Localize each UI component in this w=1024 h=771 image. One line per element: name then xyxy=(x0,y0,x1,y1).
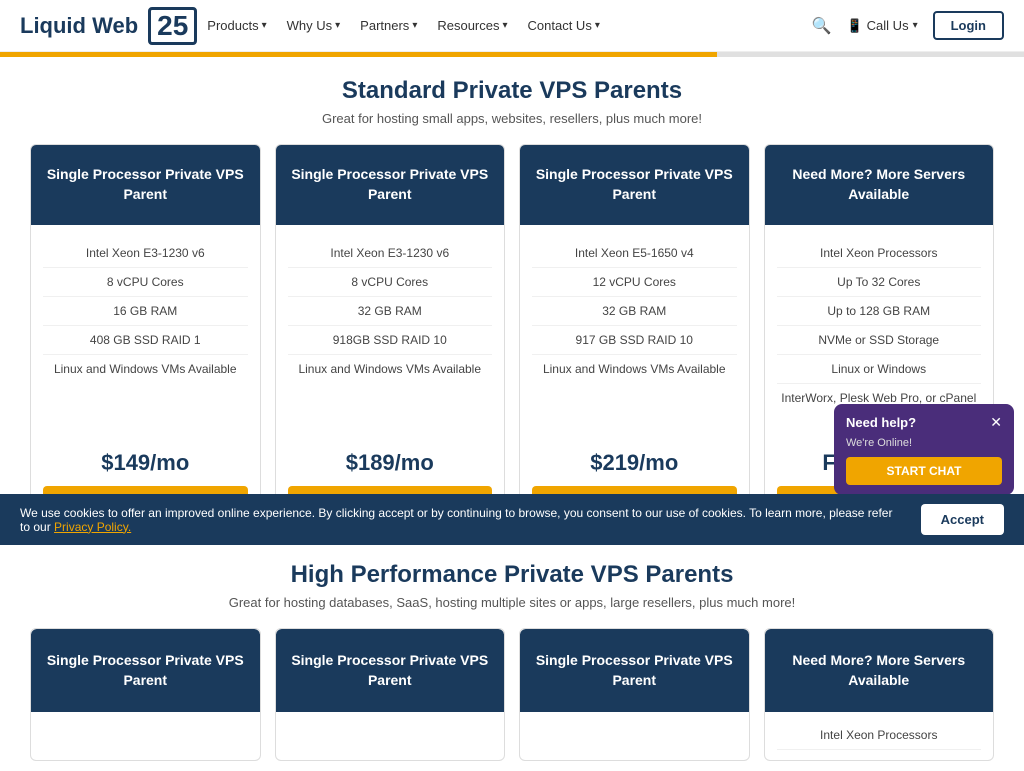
spec-item: Linux and Windows VMs Available xyxy=(532,355,737,383)
navbar-nav: Products ▾ Why Us ▾ Partners ▾ Resources… xyxy=(207,18,600,33)
login-button[interactable]: Login xyxy=(933,11,1004,40)
privacy-policy-link[interactable]: Privacy Policy. xyxy=(54,520,131,534)
spec-item: 918GB SSD RAID 10 xyxy=(288,326,493,355)
card-2: Single Processor Private VPS Parent Inte… xyxy=(275,144,506,537)
navbar-left: Liquid Web 25 Products ▾ Why Us ▾ Partne… xyxy=(20,7,600,45)
spec-item: 32 GB RAM xyxy=(532,297,737,326)
card-3-specs: Intel Xeon E5-1650 v4 12 vCPU Cores 32 G… xyxy=(532,239,737,436)
spec-item: Intel Xeon E3-1230 v6 xyxy=(43,239,248,268)
section2: High Performance Private VPS Parents Gre… xyxy=(30,561,994,761)
chat-close-icon[interactable]: ✕ xyxy=(990,414,1002,431)
chevron-down-icon: ▾ xyxy=(335,20,340,31)
section2-card-2-header: Single Processor Private VPS Parent xyxy=(276,629,505,712)
card-2-specs: Intel Xeon E3-1230 v6 8 vCPU Cores 32 GB… xyxy=(288,239,493,436)
spec-item: 917 GB SSD RAID 10 xyxy=(532,326,737,355)
chat-title: Need help? xyxy=(846,415,916,430)
cookie-text: We use cookies to offer an improved onli… xyxy=(20,506,901,534)
section2-title: High Performance Private VPS Parents xyxy=(30,561,994,589)
card-4-header: Need More? More Servers Available xyxy=(765,145,994,225)
spec-item: 8 vCPU Cores xyxy=(288,268,493,297)
card-3: Single Processor Private VPS Parent Inte… xyxy=(519,144,750,537)
navbar-right: 🔍 📱 Call Us ▾ Login xyxy=(812,11,1004,40)
section2-cards-grid: Single Processor Private VPS Parent Sing… xyxy=(30,628,994,761)
section2-card-3-body xyxy=(520,712,749,732)
section2-card-3-header: Single Processor Private VPS Parent xyxy=(520,629,749,712)
card-1-price: $149/mo xyxy=(43,450,248,476)
spec-item: Intel Xeon E5-1650 v4 xyxy=(532,239,737,268)
logo-25: 25 xyxy=(148,7,197,45)
spec-item: Linux and Windows VMs Available xyxy=(288,355,493,383)
spec-item: Intel Xeon E3-1230 v6 xyxy=(288,239,493,268)
spec-item: Intel Xeon Processors xyxy=(777,722,982,750)
section1-subtitle: Great for hosting small apps, websites, … xyxy=(30,111,994,126)
chat-subtitle: We're Online! xyxy=(846,437,1002,449)
cookie-banner: We use cookies to offer an improved onli… xyxy=(0,494,1024,545)
spec-item: NVMe or SSD Storage xyxy=(777,326,982,355)
nav-resources[interactable]: Resources ▾ xyxy=(437,18,507,33)
nav-products[interactable]: Products ▾ xyxy=(207,18,266,33)
spec-item: Intel Xeon Processors xyxy=(777,239,982,268)
chevron-down-icon: ▾ xyxy=(913,20,918,31)
section2-card-4-header: Need More? More Servers Available xyxy=(765,629,994,712)
chevron-down-icon: ▾ xyxy=(262,20,267,31)
logo-name: Liquid Web xyxy=(20,13,138,39)
card-1-header: Single Processor Private VPS Parent xyxy=(31,145,260,225)
chat-widget: Need help? ✕ We're Online! START CHAT xyxy=(834,404,1014,495)
card-3-price: $219/mo xyxy=(532,450,737,476)
nav-why-us[interactable]: Why Us ▾ xyxy=(287,18,341,33)
section2-card-1-header: Single Processor Private VPS Parent xyxy=(31,629,260,712)
spec-item: 8 vCPU Cores xyxy=(43,268,248,297)
section2-subtitle: Great for hosting databases, SaaS, hosti… xyxy=(30,595,994,610)
search-icon[interactable]: 🔍 xyxy=(812,16,832,36)
accept-cookies-button[interactable]: Accept xyxy=(921,504,1004,535)
chat-header: Need help? ✕ xyxy=(846,414,1002,431)
spec-item: Up to 128 GB RAM xyxy=(777,297,982,326)
card-2-body: Intel Xeon E3-1230 v6 8 vCPU Cores 32 GB… xyxy=(276,225,505,536)
chevron-down-icon: ▾ xyxy=(502,20,507,31)
card-2-header: Single Processor Private VPS Parent xyxy=(276,145,505,225)
chevron-down-icon: ▾ xyxy=(412,20,417,31)
section2-card-1-body xyxy=(31,712,260,732)
spec-item: Up To 32 Cores xyxy=(777,268,982,297)
section2-card-3: Single Processor Private VPS Parent xyxy=(519,628,750,761)
spec-item: 16 GB RAM xyxy=(43,297,248,326)
spec-item: 32 GB RAM xyxy=(288,297,493,326)
spec-item: Linux and Windows VMs Available xyxy=(43,355,248,383)
phone-icon: 📱 xyxy=(846,18,862,34)
card-2-price: $189/mo xyxy=(288,450,493,476)
card-1-specs: Intel Xeon E3-1230 v6 8 vCPU Cores 16 GB… xyxy=(43,239,248,436)
card-3-header: Single Processor Private VPS Parent xyxy=(520,145,749,225)
start-chat-button[interactable]: START CHAT xyxy=(846,457,1002,485)
section2-card-2-body xyxy=(276,712,505,732)
section2-card-2: Single Processor Private VPS Parent xyxy=(275,628,506,761)
call-button[interactable]: 📱 Call Us ▾ xyxy=(846,18,917,34)
section2-card-4-specs: Intel Xeon Processors xyxy=(777,722,982,750)
card-1: Single Processor Private VPS Parent Inte… xyxy=(30,144,261,537)
spec-item: 12 vCPU Cores xyxy=(532,268,737,297)
spec-item: 408 GB SSD RAID 1 xyxy=(43,326,248,355)
card-1-body: Intel Xeon E3-1230 v6 8 vCPU Cores 16 GB… xyxy=(31,225,260,536)
section2-card-1: Single Processor Private VPS Parent xyxy=(30,628,261,761)
chevron-down-icon: ▾ xyxy=(595,20,600,31)
section1-title: Standard Private VPS Parents xyxy=(30,77,994,105)
section2-card-4-body: Intel Xeon Processors xyxy=(765,712,994,760)
nav-contact-us[interactable]: Contact Us ▾ xyxy=(528,18,600,33)
section2-card-4: Need More? More Servers Available Intel … xyxy=(764,628,995,761)
nav-partners[interactable]: Partners ▾ xyxy=(360,18,417,33)
spec-item: Linux or Windows xyxy=(777,355,982,384)
card-3-body: Intel Xeon E5-1650 v4 12 vCPU Cores 32 G… xyxy=(520,225,749,536)
navbar: Liquid Web 25 Products ▾ Why Us ▾ Partne… xyxy=(0,0,1024,52)
